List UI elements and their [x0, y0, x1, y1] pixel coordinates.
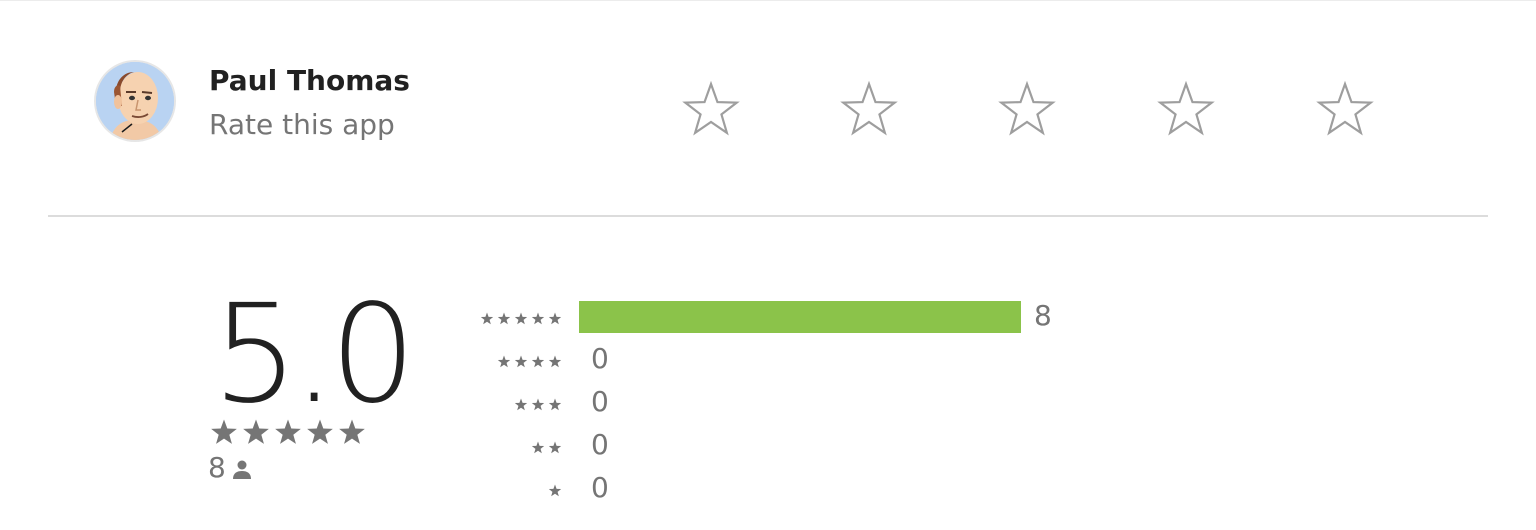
row-star-label	[496, 354, 564, 370]
histogram-count: 8	[1034, 299, 1052, 332]
rate-star-row	[0, 0, 1536, 200]
small-star-icon	[548, 484, 562, 497]
rate-star-4-button[interactable]	[1156, 80, 1216, 140]
user-name: Paul Thomas	[209, 64, 410, 97]
histogram-row-4-star: 0	[0, 342, 1536, 387]
outline-star-icon	[998, 80, 1056, 136]
small-star-icon	[548, 398, 562, 411]
small-star-icon	[531, 441, 545, 454]
rate-star-2-button[interactable]	[839, 80, 899, 140]
histogram-row-3-star: 0	[0, 385, 1536, 430]
small-star-icon	[548, 441, 562, 454]
row-star-label	[530, 440, 564, 456]
histogram-count: 0	[591, 385, 609, 418]
outline-star-icon	[1316, 80, 1374, 136]
small-star-icon	[514, 312, 528, 325]
small-star-icon	[531, 355, 545, 368]
top-border	[0, 0, 1536, 1]
small-star-icon	[497, 312, 511, 325]
small-star-icon	[531, 312, 545, 325]
outline-star-icon	[682, 80, 740, 136]
bitmoji-avatar-icon	[96, 62, 174, 140]
rate-star-3-button[interactable]	[997, 80, 1057, 140]
outline-star-icon	[1157, 80, 1215, 136]
rate-this-app-label: Rate this app	[209, 108, 395, 141]
small-star-icon	[497, 355, 511, 368]
histogram-bar	[579, 301, 1021, 333]
histogram-count: 0	[591, 428, 609, 461]
small-star-icon	[548, 312, 562, 325]
small-star-icon	[514, 355, 528, 368]
small-star-icon	[480, 312, 494, 325]
row-star-label	[513, 397, 564, 413]
histogram-count: 0	[591, 342, 609, 375]
histogram-row-2-star: 0	[0, 428, 1536, 473]
avatar	[96, 62, 174, 140]
histogram-row-5-star: 8	[0, 299, 1536, 344]
small-star-icon	[531, 398, 545, 411]
small-star-icon	[514, 398, 528, 411]
histogram-count: 0	[591, 471, 609, 504]
section-divider	[48, 215, 1488, 217]
row-star-label	[547, 483, 564, 499]
histogram-row-1-star: 0	[0, 471, 1536, 516]
small-star-icon	[548, 355, 562, 368]
rate-star-5-button[interactable]	[1315, 80, 1375, 140]
rate-star-1-button[interactable]	[681, 80, 741, 140]
row-star-label	[479, 311, 564, 327]
outline-star-icon	[840, 80, 898, 136]
